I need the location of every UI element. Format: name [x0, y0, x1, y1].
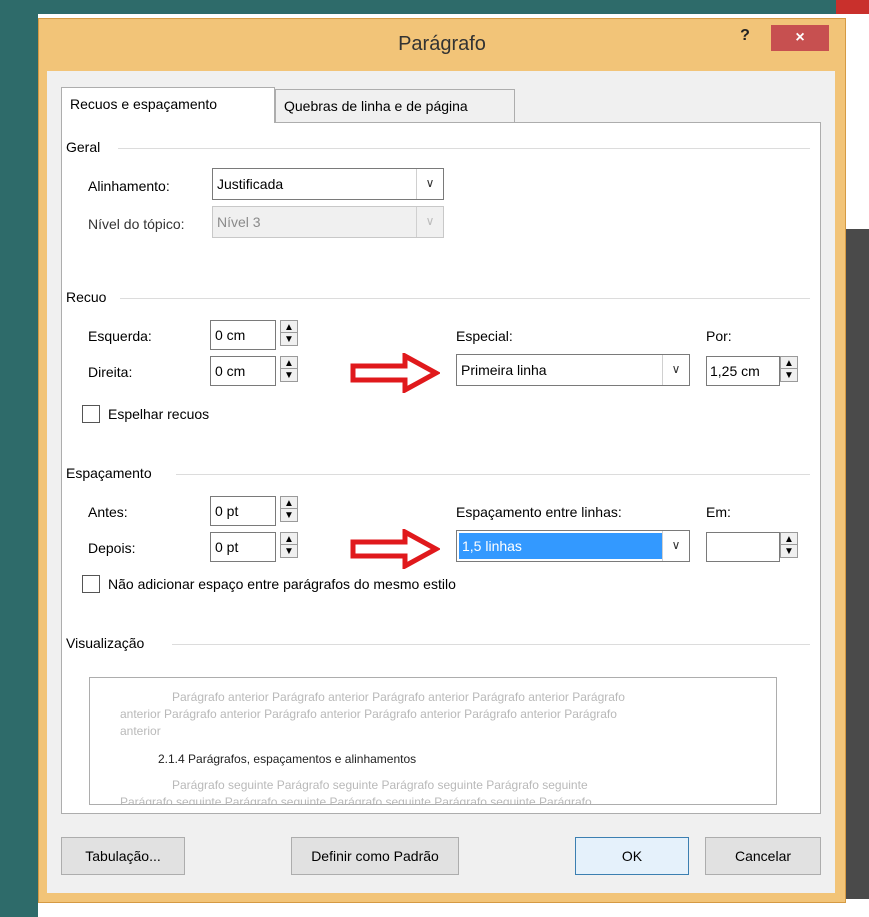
- at-spinner[interactable]: ▲ ▼: [780, 532, 798, 558]
- outline-level-value: Nível 3: [217, 214, 261, 230]
- spin-down-icon[interactable]: ▼: [781, 545, 797, 557]
- no-space-same-style-checkbox[interactable]: [82, 575, 100, 593]
- left-indent-spinner[interactable]: ▲ ▼: [280, 320, 298, 346]
- outline-level-dropdown[interactable]: Nível 3 ∨: [212, 206, 444, 238]
- line-spacing-label: Espaçamento entre linhas:: [456, 504, 622, 520]
- tabs-button[interactable]: Tabulação...: [61, 837, 185, 875]
- cancel-button[interactable]: Cancelar: [705, 837, 821, 875]
- help-button[interactable]: ?: [735, 27, 755, 47]
- spin-up-icon[interactable]: ▲: [781, 533, 797, 545]
- desktop-background-top: [0, 0, 869, 14]
- spin-down-icon[interactable]: ▼: [281, 369, 297, 381]
- preview-next-line: Parágrafo seguinte Parágrafo seguinte Pa…: [172, 778, 588, 792]
- preview-divider: [172, 644, 810, 645]
- at-input[interactable]: [706, 532, 780, 562]
- space-after-spinner[interactable]: ▲ ▼: [280, 532, 298, 558]
- special-indent-value: Primeira linha: [461, 362, 547, 378]
- spin-up-icon[interactable]: ▲: [281, 357, 297, 369]
- desktop-background-left: [0, 0, 38, 917]
- preview-previous-line: anterior: [120, 724, 161, 738]
- paragraph-dialog: Parágrafo ? × Recuos e espaçamento Quebr…: [38, 18, 846, 903]
- by-label: Por:: [706, 328, 732, 344]
- outline-level-label: Nível do tópico:: [88, 216, 185, 232]
- dialog-title: Parágrafo: [398, 33, 486, 55]
- by-input[interactable]: 1,25 cm: [706, 356, 780, 386]
- indent-divider: [120, 298, 810, 299]
- background-window: [845, 14, 869, 917]
- spin-down-icon[interactable]: ▼: [281, 509, 297, 521]
- line-spacing-dropdown[interactable]: 1,5 linhas ∨: [456, 530, 690, 562]
- chevron-down-icon: ∨: [662, 355, 689, 385]
- space-after-label: Depois:: [88, 540, 136, 556]
- preview-current-paragraph: 2.1.4 Parágrafos, espaçamentos e alinham…: [158, 752, 417, 766]
- alignment-dropdown[interactable]: Justificada ∨: [212, 168, 444, 200]
- tab-line-page-breaks[interactable]: Quebras de linha e de página: [275, 89, 515, 123]
- right-indent-label: Direita:: [88, 364, 133, 380]
- space-before-input[interactable]: 0 pt: [210, 496, 276, 526]
- spin-down-icon[interactable]: ▼: [781, 369, 797, 381]
- no-space-same-style-label: Não adicionar espaço entre parágrafos do…: [108, 576, 456, 592]
- right-indent-input[interactable]: 0 cm: [210, 356, 276, 386]
- set-as-default-button[interactable]: Definir como Padrão: [291, 837, 459, 875]
- chevron-down-icon: ∨: [416, 207, 443, 237]
- spin-down-icon[interactable]: ▼: [281, 333, 297, 345]
- general-group-title: Geral: [66, 139, 101, 155]
- space-after-input[interactable]: 0 pt: [210, 532, 276, 562]
- chevron-down-icon: ∨: [416, 169, 443, 199]
- ok-button[interactable]: OK: [575, 837, 689, 875]
- spacing-divider: [176, 474, 810, 475]
- left-indent-input[interactable]: 0 cm: [210, 320, 276, 350]
- annotation-arrow-icon: [350, 353, 440, 393]
- by-spinner[interactable]: ▲ ▼: [780, 356, 798, 382]
- spin-up-icon[interactable]: ▲: [281, 497, 297, 509]
- special-indent-label: Especial:: [456, 328, 513, 344]
- preview-next-line: Parágrafo seguinte Parágrafo seguinte Pa…: [120, 795, 592, 805]
- indent-group-title: Recuo: [66, 289, 107, 305]
- space-before-label: Antes:: [88, 504, 128, 520]
- paragraph-preview: Parágrafo anterior Parágrafo anterior Pa…: [89, 677, 777, 805]
- left-indent-label: Esquerda:: [88, 328, 152, 344]
- annotation-arrow-icon: [350, 529, 440, 569]
- spin-up-icon[interactable]: ▲: [281, 321, 297, 333]
- alignment-label: Alinhamento:: [88, 178, 170, 194]
- special-indent-dropdown[interactable]: Primeira linha ∨: [456, 354, 690, 386]
- spin-up-icon[interactable]: ▲: [781, 357, 797, 369]
- mirror-indents-label: Espelhar recuos: [108, 406, 210, 422]
- preview-previous-line: anterior Parágrafo anterior Parágrafo an…: [120, 707, 617, 721]
- tab-indents-spacing[interactable]: Recuos e espaçamento: [61, 87, 275, 123]
- dialog-client-area: Recuos e espaçamento Quebras de linha e …: [47, 71, 835, 893]
- title-bar: Parágrafo ? ×: [39, 19, 845, 71]
- line-spacing-value: 1,5 linhas: [459, 533, 662, 559]
- general-divider: [118, 148, 810, 149]
- at-label: Em:: [706, 504, 731, 520]
- preview-group-title: Visualização: [66, 635, 145, 651]
- spin-down-icon[interactable]: ▼: [281, 545, 297, 557]
- close-button[interactable]: ×: [771, 25, 829, 51]
- alignment-value: Justificada: [217, 176, 284, 192]
- mirror-indents-checkbox[interactable]: [82, 405, 100, 423]
- spacing-group-title: Espaçamento: [66, 465, 152, 481]
- chevron-down-icon: ∨: [662, 531, 689, 561]
- right-indent-spinner[interactable]: ▲ ▼: [280, 356, 298, 382]
- background-window-edge: [836, 0, 869, 14]
- preview-previous-line: Parágrafo anterior Parágrafo anterior Pa…: [172, 690, 625, 704]
- spin-up-icon[interactable]: ▲: [281, 533, 297, 545]
- space-before-spinner[interactable]: ▲ ▼: [280, 496, 298, 522]
